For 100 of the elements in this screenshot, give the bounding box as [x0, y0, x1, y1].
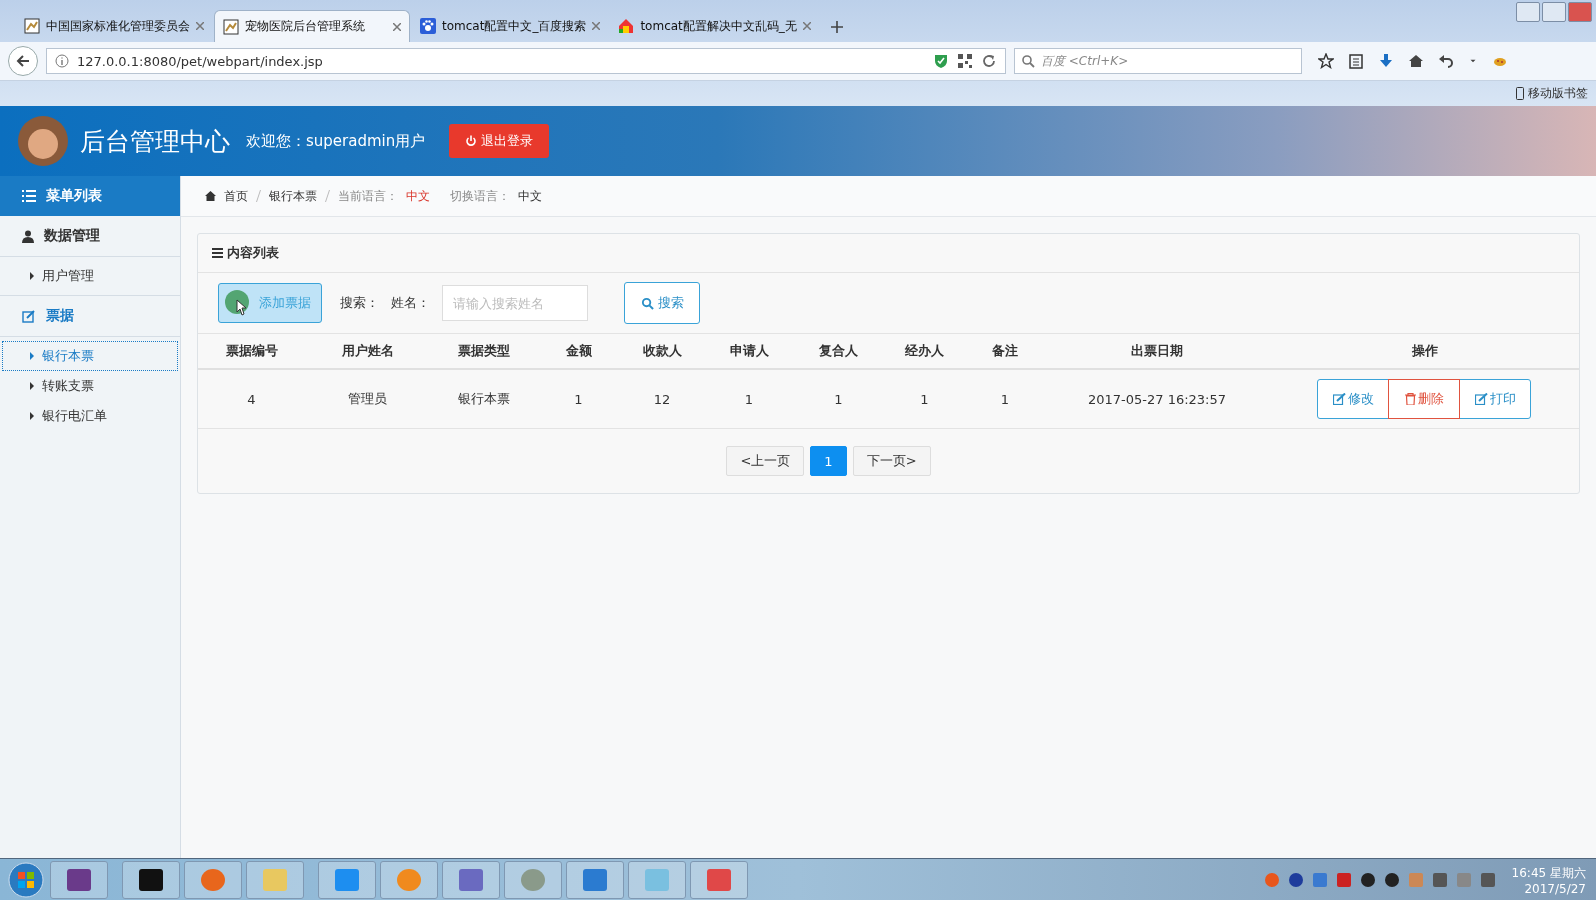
breadcrumb-link[interactable]: 首页: [224, 187, 248, 205]
list-icon: [22, 190, 36, 202]
table-cell: 1: [704, 370, 794, 429]
table-cell: 1: [537, 370, 620, 429]
house-icon: [618, 18, 635, 34]
clipboard-icon[interactable]: [1348, 53, 1364, 69]
close-icon[interactable]: [802, 22, 811, 30]
clock-time: 16:45 星期六: [1511, 864, 1586, 882]
back-button[interactable]: [8, 46, 38, 76]
table-cell: 银行本票: [430, 370, 537, 429]
separator-icon: [325, 190, 330, 202]
info-icon: [55, 54, 69, 68]
search-field[interactable]: 百度 <Ctrl+K>: [1014, 48, 1302, 74]
search-button[interactable]: 搜索: [624, 282, 700, 324]
delete-button[interactable]: 删除: [1388, 379, 1460, 419]
welcome-text: 欢迎您：superadmin用户: [246, 131, 426, 151]
logout-button[interactable]: 退出登录: [449, 124, 550, 158]
edit-icon: [1474, 393, 1488, 405]
caret-icon: [30, 382, 34, 390]
browser-tab[interactable]: 宠物医院后台管理系统: [214, 10, 410, 42]
column-header: 复合人: [794, 334, 883, 370]
search-icon: [640, 296, 654, 310]
browser-tab[interactable]: tomcat配置中文_百度搜索: [412, 10, 609, 42]
tray-icon[interactable]: [1479, 872, 1496, 888]
close-icon[interactable]: [393, 22, 401, 31]
column-header: 出票日期: [1044, 334, 1270, 370]
switch-language-label: 切换语言：: [450, 187, 510, 205]
breadcrumb-link[interactable]: 银行本票: [269, 187, 317, 205]
edit-icon: [22, 309, 36, 323]
phone-icon: [1516, 87, 1524, 100]
panel-title: 内容列表: [227, 244, 279, 262]
menu-group[interactable]: 票据: [0, 296, 180, 337]
reload-icon[interactable]: [981, 53, 997, 69]
close-icon[interactable]: [592, 22, 601, 30]
page-icon: [223, 18, 239, 35]
close-icon[interactable]: [196, 22, 204, 30]
tray-icon[interactable]: [1431, 872, 1448, 888]
menu-item[interactable]: 银行本票: [2, 341, 178, 371]
avatar-icon: [18, 116, 68, 166]
power-icon: [465, 135, 478, 147]
table-cell: 12: [620, 370, 704, 429]
menu-group[interactable]: 数据管理: [0, 216, 180, 257]
start-button[interactable]: [6, 861, 46, 899]
undo-icon[interactable]: [1438, 53, 1454, 69]
download-icon[interactable]: [1378, 53, 1394, 69]
edit-icon: [1332, 393, 1346, 405]
switch-language-link[interactable]: 中文: [518, 187, 542, 205]
clock-date: 2017/5/27: [1524, 881, 1586, 896]
caret-icon: [30, 272, 34, 280]
table-cell: 管理员: [305, 370, 430, 429]
table-cell: 2017-05-27 16:23:57: [1044, 370, 1270, 429]
shield-icon[interactable]: [933, 53, 949, 69]
search-label: 搜索：: [340, 294, 379, 312]
language-value: 中文: [406, 187, 430, 205]
column-header: 操作: [1270, 334, 1579, 370]
site-title: 后台管理中心: [80, 125, 230, 158]
trash-icon: [1404, 393, 1416, 405]
language-label: 当前语言：: [338, 187, 398, 205]
print-button[interactable]: 打印: [1459, 379, 1531, 419]
tray-icon[interactable]: [1359, 872, 1376, 888]
column-header: 票据类型: [430, 334, 537, 370]
caret-icon: [30, 412, 34, 420]
maximize-icon[interactable]: [1542, 2, 1566, 22]
next-page-button[interactable]: 下一页>: [852, 446, 931, 476]
menu-icon: [212, 248, 223, 258]
column-header: 票据编号: [198, 334, 305, 370]
table-cell: 4: [198, 370, 305, 429]
table-cell: 1: [966, 370, 1044, 429]
bookmark-link[interactable]: 移动版书签: [1528, 85, 1588, 102]
separator-icon: [256, 190, 261, 202]
column-header: 用户姓名: [305, 334, 430, 370]
menu-item[interactable]: 转账支票: [0, 371, 180, 401]
table-cell: 1: [883, 370, 966, 429]
column-header: 申请人: [704, 334, 794, 370]
name-field[interactable]: 请输入搜索姓名: [442, 285, 588, 321]
browser-tab[interactable]: 中国国家标准化管理委员会: [16, 10, 212, 42]
star-icon[interactable]: [1318, 53, 1334, 69]
address-field[interactable]: 127.0.0.1:8080/pet/webpart/index.jsp: [46, 48, 1006, 74]
search-icon: [1021, 54, 1035, 68]
column-header: 备注: [966, 334, 1044, 370]
edit-button[interactable]: 修改: [1317, 379, 1389, 419]
minimize-icon[interactable]: [1516, 2, 1540, 22]
page-icon: [24, 18, 40, 34]
home-icon[interactable]: [1408, 53, 1424, 69]
tray-icon[interactable]: [1383, 872, 1400, 888]
browser-tab[interactable]: tomcat配置解决中文乱码_无: [610, 10, 819, 42]
name-label: 姓名：: [391, 294, 430, 312]
home-icon: [205, 191, 216, 201]
table-cell: 1: [794, 370, 883, 429]
menu-item[interactable]: 用户管理: [0, 261, 180, 291]
heading-text: 菜单列表: [46, 187, 102, 205]
caret-icon: [30, 352, 34, 360]
previous-page-button[interactable]: <上一页: [726, 446, 805, 476]
user-icon: [22, 229, 34, 243]
back-icon: [15, 53, 31, 69]
qr-code-icon[interactable]: [957, 53, 973, 69]
column-header: 金额: [537, 334, 620, 370]
column-header: 收款人: [620, 334, 704, 370]
menu-item[interactable]: 银行电汇单: [0, 401, 180, 431]
tray-icon[interactable]: [1287, 872, 1304, 888]
